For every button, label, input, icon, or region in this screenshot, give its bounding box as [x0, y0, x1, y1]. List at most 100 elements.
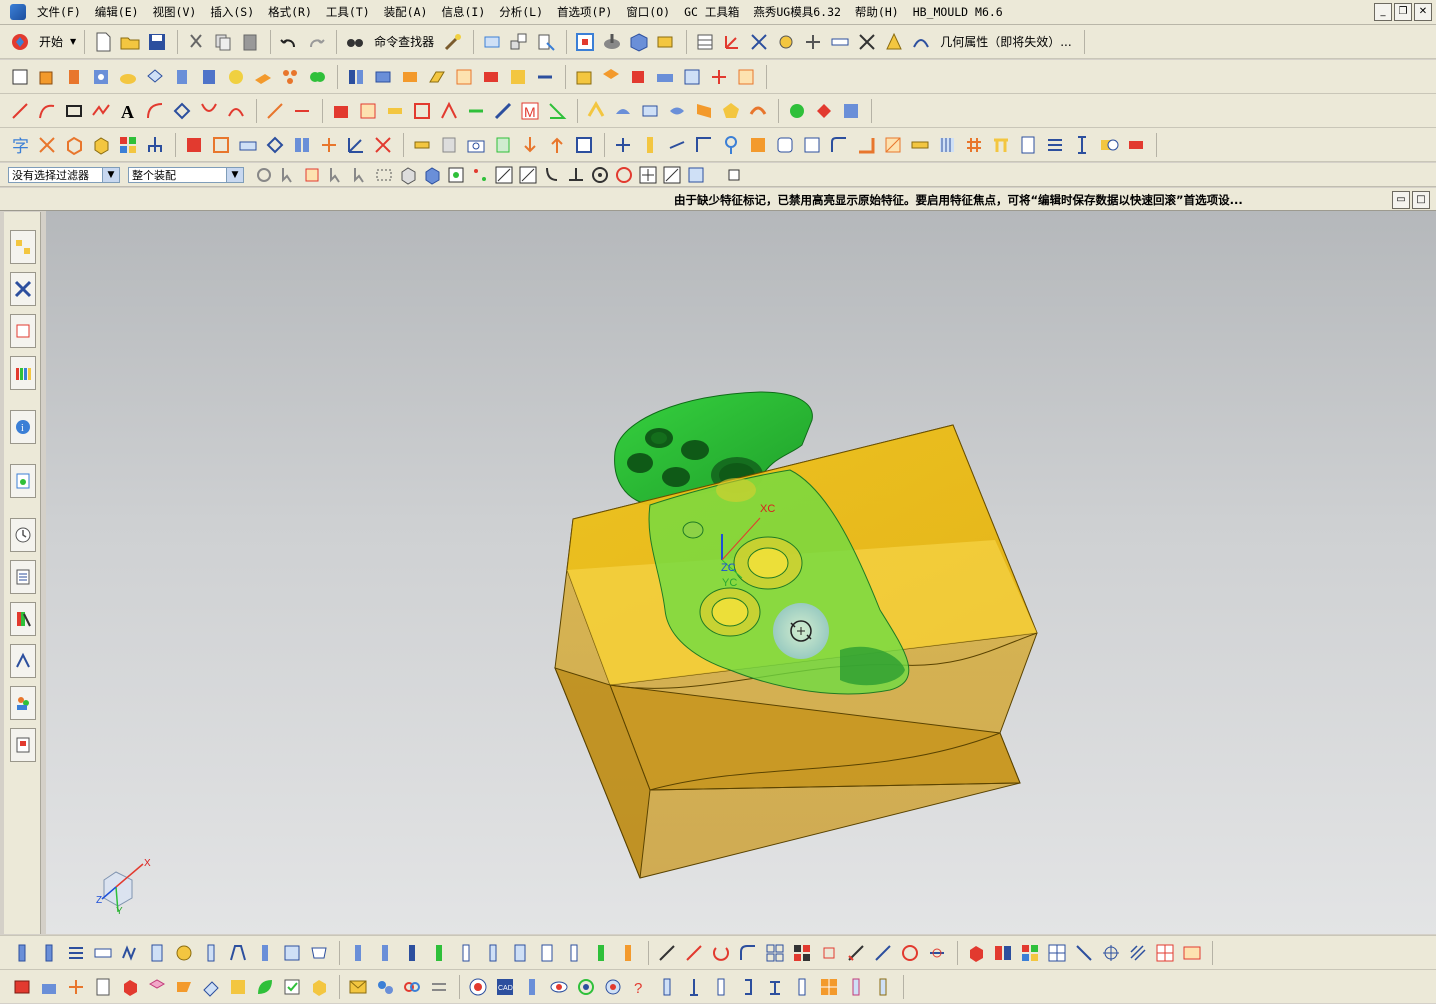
snap-perpendicular-icon[interactable]	[564, 163, 588, 187]
split-body-icon[interactable]	[398, 65, 422, 89]
graphics-window[interactable]: XC ZC YC X Y Z	[46, 211, 1436, 934]
transform-icon[interactable]	[801, 30, 825, 54]
offset-face-icon[interactable]	[452, 65, 476, 89]
text-icon[interactable]: A	[116, 99, 140, 123]
annotation-text-icon[interactable]: 字	[8, 133, 32, 157]
select-edge-icon[interactable]	[324, 163, 348, 187]
select-face-icon[interactable]	[300, 163, 324, 187]
menu-preferences[interactable]: 首选项(P)	[550, 4, 619, 20]
arc-curve-icon[interactable]	[35, 99, 59, 123]
paste-icon[interactable]	[238, 30, 262, 54]
copy-icon[interactable]	[211, 30, 235, 54]
arc-icon[interactable]	[909, 30, 933, 54]
orange-square-icon[interactable]	[746, 133, 770, 157]
pin-i-icon[interactable]	[562, 941, 586, 965]
system-scenes-icon[interactable]	[10, 602, 36, 636]
snap-existing-point-icon[interactable]	[636, 163, 660, 187]
roles-icon[interactable]	[10, 686, 36, 720]
blue-molecule-icon[interactable]	[373, 975, 397, 999]
menu-help[interactable]: 帮助(H)	[848, 4, 906, 20]
menu-format[interactable]: 格式(R)	[261, 4, 319, 20]
template-palette-icon[interactable]	[10, 728, 36, 762]
replace-face-icon[interactable]	[479, 65, 503, 89]
fit-view-icon[interactable]	[573, 30, 597, 54]
pin-j-icon[interactable]	[589, 941, 613, 965]
tray-icon[interactable]	[307, 941, 331, 965]
solid-box-icon[interactable]	[89, 133, 113, 157]
status-restore-icon[interactable]: ▭	[1392, 191, 1410, 209]
tall-pin-b-icon[interactable]	[682, 975, 706, 999]
offset-region-icon[interactable]	[437, 99, 461, 123]
table-icon[interactable]	[693, 30, 717, 54]
ejector-pin-icon[interactable]	[491, 133, 515, 157]
ruler-icon[interactable]	[828, 30, 852, 54]
magic-wand-icon[interactable]	[441, 30, 465, 54]
line-tool-icon[interactable]	[665, 133, 689, 157]
filter-reset-icon[interactable]	[252, 163, 276, 187]
angle-axis-icon[interactable]	[344, 133, 368, 157]
unite-icon[interactable]	[305, 65, 329, 89]
reuse-library-icon[interactable]	[10, 356, 36, 390]
tall-pin-d-icon[interactable]	[736, 975, 760, 999]
angle-icon[interactable]	[545, 99, 569, 123]
tall-pin-f-icon[interactable]	[790, 975, 814, 999]
mirror-sketch-icon[interactable]	[925, 941, 949, 965]
grid-hash-icon[interactable]	[962, 133, 986, 157]
start-button-label[interactable]: 开始	[39, 33, 63, 50]
mold-cooling-icon[interactable]	[734, 65, 758, 89]
select-feature-icon[interactable]	[276, 163, 300, 187]
constraint-navigator-icon[interactable]	[10, 272, 36, 306]
mail-icon[interactable]	[346, 975, 370, 999]
trim-body-icon[interactable]	[371, 65, 395, 89]
pocket-icon[interactable]	[143, 65, 167, 89]
blue-assembly-icon[interactable]	[37, 975, 61, 999]
container-icon[interactable]	[572, 133, 596, 157]
mirror-body-icon[interactable]	[344, 65, 368, 89]
snap-endpoint-icon[interactable]	[444, 163, 468, 187]
close-button[interactable]: ✕	[1414, 3, 1432, 21]
bushing-icon[interactable]	[145, 941, 169, 965]
shaded-cube-icon[interactable]	[627, 30, 651, 54]
rounded-rect-icon[interactable]	[773, 133, 797, 157]
split-view-icon[interactable]	[991, 941, 1015, 965]
blend-icon[interactable]	[329, 99, 353, 123]
pattern-icon[interactable]	[278, 65, 302, 89]
striped-plate-icon[interactable]	[935, 133, 959, 157]
menu-yanxiu-mould[interactable]: 燕秀UG模具6.32	[746, 4, 848, 20]
geometry-properties-label[interactable]: 几何属性（即将失效）...	[940, 33, 1071, 50]
reflection-icon[interactable]	[812, 99, 836, 123]
tall-pin-h-icon[interactable]	[871, 975, 895, 999]
thicken-icon[interactable]	[425, 65, 449, 89]
red-cube-icon[interactable]	[964, 941, 988, 965]
new-file-icon[interactable]	[91, 30, 115, 54]
pin-b-icon[interactable]	[373, 941, 397, 965]
swept-icon[interactable]	[665, 99, 689, 123]
pin-d-icon[interactable]	[427, 941, 451, 965]
shell-icon[interactable]	[410, 99, 434, 123]
pin-k-icon[interactable]	[616, 941, 640, 965]
sphere-icon[interactable]	[224, 65, 248, 89]
constraint-box-icon[interactable]	[817, 941, 841, 965]
stop-pin-icon[interactable]	[253, 941, 277, 965]
datum-icon[interactable]	[747, 30, 771, 54]
rectangle-select-icon[interactable]	[372, 163, 396, 187]
swirl-icon[interactable]	[601, 975, 625, 999]
through-curves-icon[interactable]	[611, 99, 635, 123]
mold-m-icon[interactable]: M	[518, 99, 542, 123]
close-x-icon[interactable]	[371, 133, 395, 157]
eraser-icon[interactable]	[199, 975, 223, 999]
standard-part-icon[interactable]	[410, 133, 434, 157]
trim-curve-icon[interactable]	[263, 99, 287, 123]
mould-base-icon[interactable]	[182, 133, 206, 157]
frame-icon[interactable]	[209, 133, 233, 157]
curvature-icon[interactable]	[785, 99, 809, 123]
project-curve-icon[interactable]	[170, 99, 194, 123]
draft-icon[interactable]	[383, 99, 407, 123]
locating-ring-icon[interactable]	[172, 941, 196, 965]
box-outline-icon[interactable]	[62, 133, 86, 157]
angled-line-icon[interactable]	[871, 941, 895, 965]
line-icon[interactable]	[8, 99, 32, 123]
surface-bridge-icon[interactable]	[584, 99, 608, 123]
quad-view-icon[interactable]	[1153, 941, 1177, 965]
pin-icon[interactable]	[719, 133, 743, 157]
